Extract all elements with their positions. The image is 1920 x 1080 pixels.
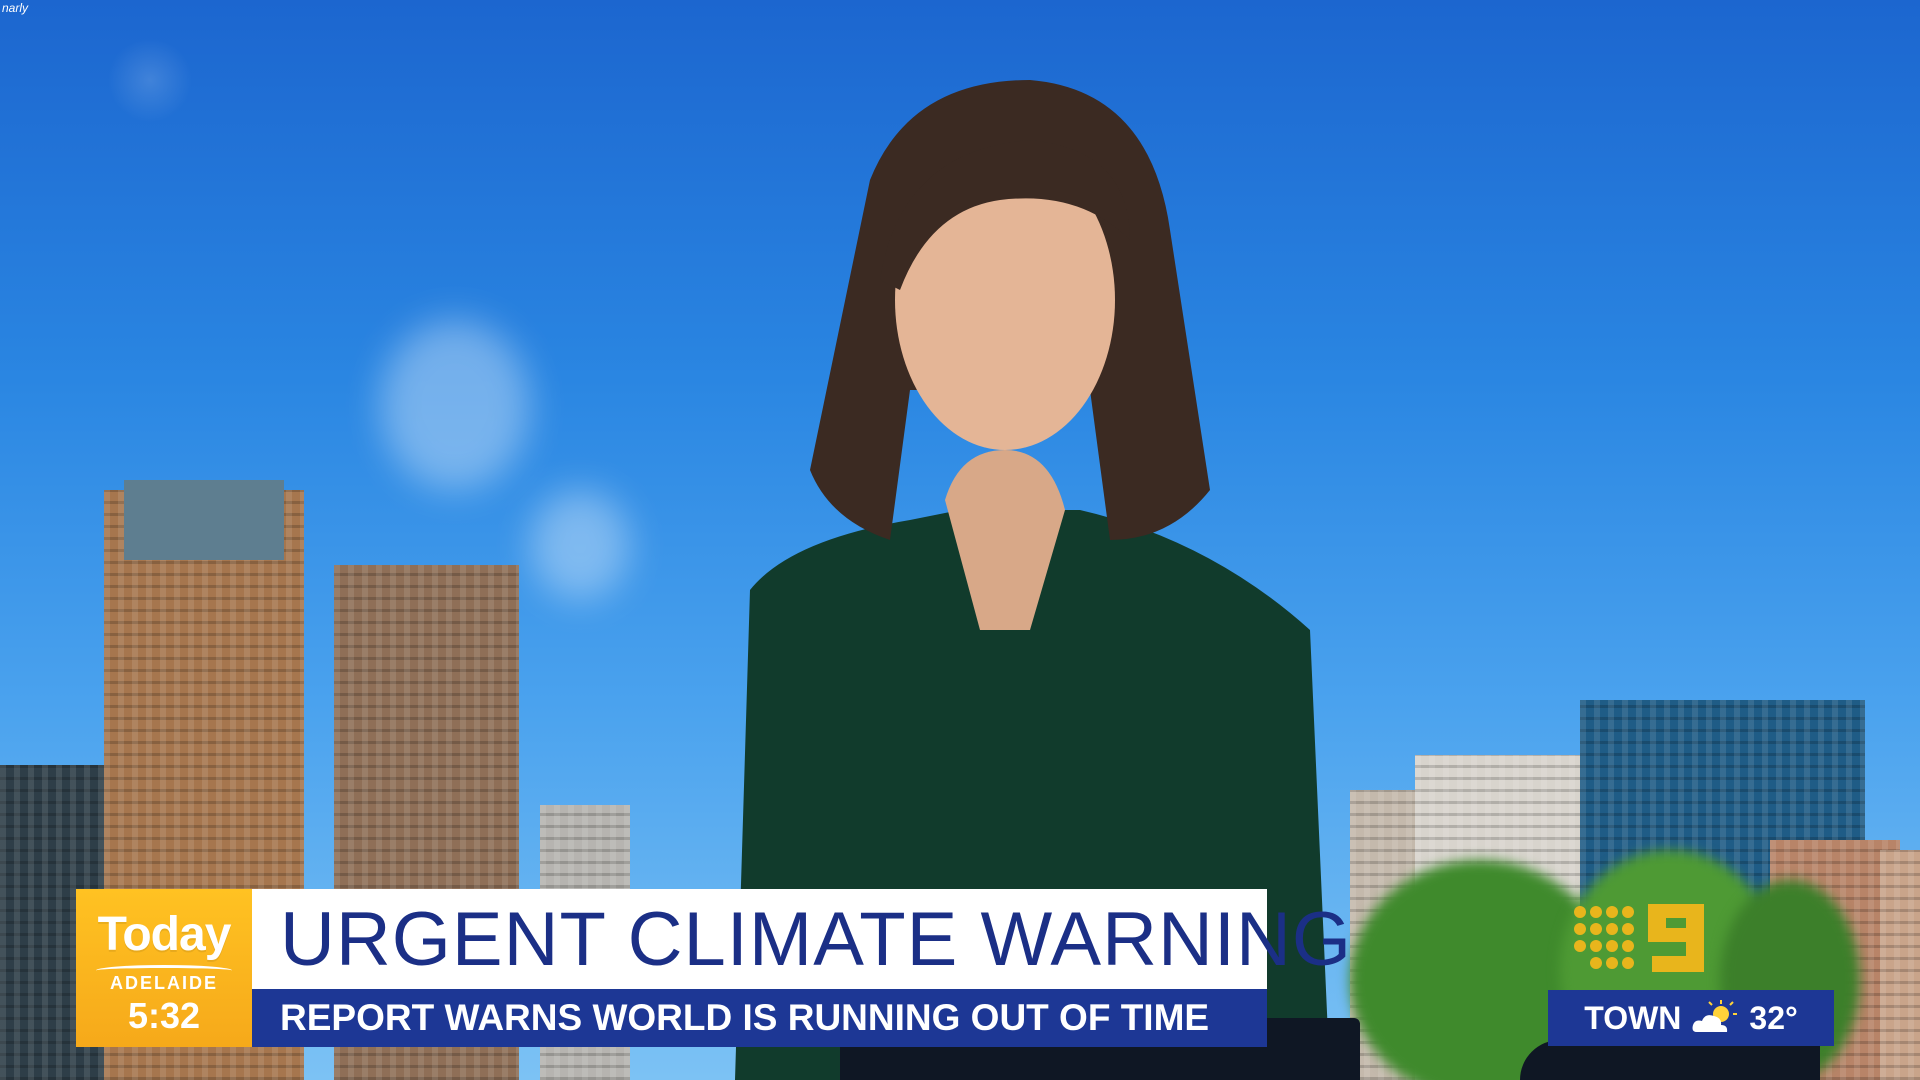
desk <box>1520 1040 1820 1080</box>
headline-text: URGENT CLIMATE WARNING <box>280 896 1352 982</box>
cloud <box>380 320 530 490</box>
building <box>1880 850 1920 1080</box>
corner-tag: narly <box>2 1 29 15</box>
city-label: ADELAIDE <box>109 973 218 993</box>
subheadline-text: REPORT WARNS WORLD IS RUNNING OUT OF TIM… <box>280 997 1210 1038</box>
clock-time: 5:32 <box>127 995 201 1036</box>
program-logo-text: Today <box>97 908 232 961</box>
today-logo-box: Today ADELAIDE 5:32 <box>76 889 252 1047</box>
weather-location: TOWN <box>1584 999 1682 1036</box>
channel-9-logo <box>1574 904 1704 972</box>
headline-bar: URGENT CLIMATE WARNING <box>252 889 1351 989</box>
subheadline-bar: REPORT WARNS WORLD IS RUNNING OUT OF TIM… <box>252 989 1267 1047</box>
building-top <box>124 480 284 560</box>
weather-bar: TOWN 32° <box>1548 990 1834 1046</box>
weather-temperature: 32° <box>1749 999 1798 1036</box>
partly-sunny-icon <box>1692 1000 1738 1032</box>
